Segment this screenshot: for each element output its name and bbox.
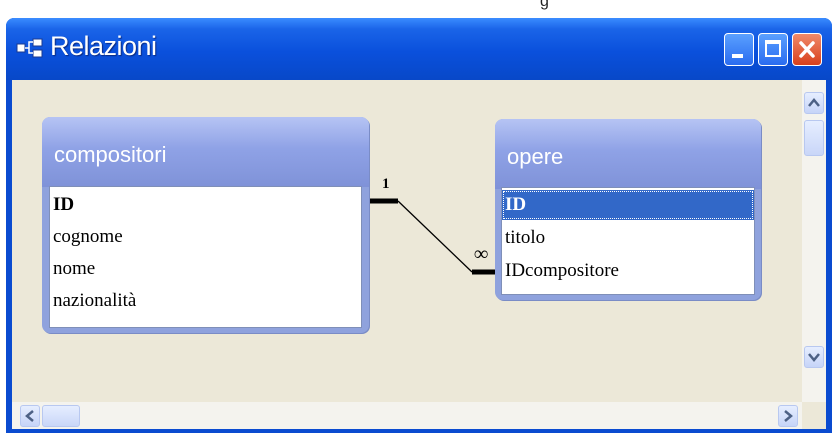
scroll-right-button[interactable] [778, 405, 798, 427]
field-nazionalita[interactable]: nazionalità [50, 286, 361, 316]
chevron-up-icon [808, 98, 820, 107]
chevron-down-icon [808, 353, 820, 362]
scroll-up-button[interactable] [804, 92, 824, 114]
maximize-button[interactable] [758, 33, 788, 66]
relationships-window: Relazioni 1 ∞ compositori ID cognome nom… [6, 18, 832, 433]
scrollbar-corner [802, 402, 826, 429]
field-cognome[interactable]: cognome [50, 222, 361, 252]
relationships-icon [16, 38, 43, 58]
vertical-scroll-thumb[interactable] [804, 120, 824, 156]
many-side-label: ∞ [474, 243, 488, 265]
table-opere[interactable]: opere ID titolo IDcompositore [495, 119, 761, 300]
table-name: compositori [54, 142, 167, 167]
title-bar[interactable]: Relazioni [6, 18, 832, 80]
minimize-button[interactable] [724, 33, 754, 66]
relationships-canvas[interactable]: 1 ∞ compositori ID cognome nome nazional… [12, 80, 802, 402]
field-titolo[interactable]: titolo [502, 223, 754, 253]
table-name: opere [507, 144, 564, 169]
chevron-left-icon [25, 410, 34, 422]
field-list[interactable]: ID cognome nome nazionalità [49, 186, 362, 328]
window-client-area: 1 ∞ compositori ID cognome nome nazional… [12, 80, 826, 429]
chevron-right-icon [784, 410, 793, 422]
scroll-left-button[interactable] [20, 405, 40, 427]
horizontal-scroll-thumb[interactable] [42, 405, 80, 427]
field-id[interactable]: ID [502, 190, 754, 220]
horizontal-scrollbar[interactable] [12, 402, 802, 429]
field-list[interactable]: ID titolo IDcompositore [501, 187, 755, 295]
maximize-icon [765, 40, 781, 57]
fragment-text: g [540, 0, 549, 10]
one-side-label: 1 [382, 176, 390, 192]
field-id[interactable]: ID [50, 190, 361, 220]
table-header[interactable]: opere [495, 119, 761, 189]
field-idcompositore[interactable]: IDcompositore [502, 256, 754, 286]
window-title: Relazioni [50, 31, 157, 61]
relationship-line[interactable] [397, 200, 473, 273]
minimize-icon [732, 54, 743, 58]
scroll-down-button[interactable] [804, 346, 824, 368]
table-compositori[interactable]: compositori ID cognome nome nazionalità [42, 117, 369, 333]
close-button[interactable] [792, 33, 822, 66]
field-nome[interactable]: nome [50, 254, 361, 284]
vertical-scrollbar[interactable] [802, 80, 826, 402]
table-header[interactable]: compositori [42, 117, 369, 187]
close-icon [799, 41, 815, 58]
